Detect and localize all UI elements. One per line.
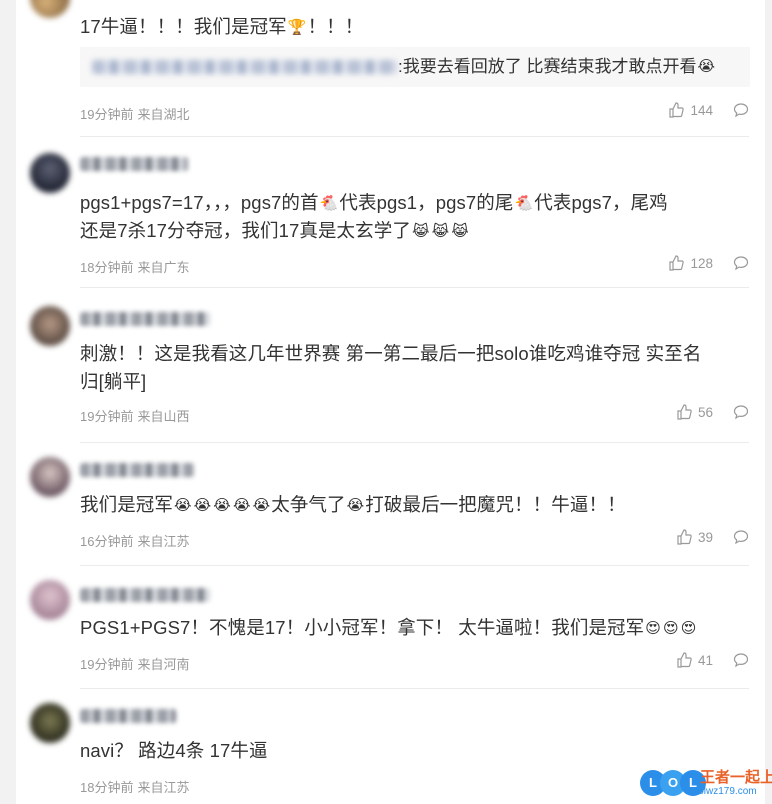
trophy-emoji-icon: 🏆	[287, 19, 307, 36]
like-count: 56	[697, 404, 713, 420]
crying-face-icon: 😭	[174, 497, 192, 514]
avatar[interactable]	[30, 0, 70, 18]
comment-actions: 39	[676, 529, 749, 545]
comment-meta: 16分钟前 来自江苏	[80, 531, 193, 550]
reply-preview[interactable]: :我要去看回放了 比赛结束我才敢点开看😭	[80, 47, 750, 87]
comment-meta: 19分钟前 来自湖北	[80, 104, 193, 123]
username[interactable]	[80, 157, 188, 171]
comment-text: 刺激！！这是我看这几年世界赛 第一第二最后一把solo谁吃鸡谁夺冠 实至名	[80, 343, 702, 364]
comment-time: 16分钟前	[80, 534, 134, 549]
comment-location: 来自湖北	[137, 107, 190, 122]
like-count: 41	[697, 652, 713, 668]
heart-eyes-icon: 😍	[680, 620, 697, 637]
comment-time: 18分钟前	[80, 780, 134, 795]
avatar[interactable]	[30, 306, 70, 346]
crying-face-icon: 😭	[193, 497, 212, 514]
reply-bubble-icon[interactable]	[733, 404, 749, 420]
crying-face-icon: 😭	[252, 497, 271, 514]
comment-meta: 19分钟前 来自山西	[80, 406, 193, 425]
avatar[interactable]	[30, 703, 70, 743]
avatar[interactable]	[30, 153, 70, 193]
comment-text: PGS1+PGS7！不愧是17！小小冠军！拿下！ 太牛逼啦！我们是冠军😍 😍 😍	[80, 617, 697, 638]
comment-time: 19分钟前	[80, 107, 134, 122]
comment-meta: 18分钟前 来自广东	[80, 257, 193, 276]
avatar[interactable]	[30, 580, 70, 620]
comment-panel: 17牛逼！！！我们是冠军🏆！！！ :我要去看回放了 比赛结束我才敢点开看😭 19…	[16, 0, 765, 804]
site-watermark: L O L 王者一起上 lolwz179.com	[640, 764, 772, 802]
thumbs-up-icon[interactable]	[676, 404, 692, 420]
reply-text: :我要去看回放了 比赛结束我才敢点开看😭	[398, 57, 715, 76]
heart-eyes-icon: 😍	[645, 620, 661, 637]
reply-bubble-icon[interactable]	[733, 102, 749, 118]
crying-face-icon: 😭	[346, 497, 365, 514]
comment-item: PGS1+PGS7！不愧是17！小小冠军！拿下！ 太牛逼啦！我们是冠军😍 😍 😍 1…	[16, 566, 765, 686]
comment-text-line2: 还是7杀17分夺冠，我们17真是太玄学了😹 😹 😹	[80, 220, 469, 241]
heart-eyes-icon: 😍	[663, 620, 679, 637]
username[interactable]	[80, 588, 210, 602]
comment-item: pgs1+pgs7=17，，，pgs7的首🐔代表pgs1，pgs7的尾🐔代表pg…	[16, 137, 765, 285]
thumbs-up-icon[interactable]	[676, 529, 692, 545]
username[interactable]	[80, 709, 176, 723]
crying-face-icon: 😭	[213, 497, 231, 514]
thumbs-up-icon[interactable]	[668, 102, 685, 118]
laughing-cat-icon: 😹	[451, 223, 469, 240]
comment-item: 刺激！！这是我看这几年世界赛 第一第二最后一把solo谁吃鸡谁夺冠 实至名 归[…	[16, 288, 765, 440]
crying-face-icon: 😭	[697, 58, 715, 75]
comment-time: 18分钟前	[80, 260, 134, 275]
comment-text: 17牛逼！！！我们是冠军🏆！！！	[80, 16, 364, 37]
chicken-icon: 🐔	[319, 195, 339, 212]
comment-location: 来自山西	[137, 409, 190, 424]
reply-bubble-icon[interactable]	[733, 529, 749, 545]
thumbs-up-icon[interactable]	[668, 255, 685, 271]
comment-item: 17牛逼！！！我们是冠军🏆！！！ :我要去看回放了 比赛结束我才敢点开看😭 19…	[16, 0, 765, 132]
comment-location: 来自江苏	[137, 780, 190, 795]
comment-item: 我们是冠军😭 😭 😭 😭 😭太争气了😭打破最后一把魔咒！！牛逼！！ 16分钟前 来自江苏 …	[16, 443, 765, 563]
reply-bubble-icon[interactable]	[733, 255, 749, 271]
comment-location: 来自广东	[137, 260, 190, 275]
comment-location: 来自江苏	[137, 534, 190, 549]
comment-actions: 56	[676, 404, 749, 420]
comment-location: 来自河南	[137, 657, 190, 672]
comment-text: pgs1+pgs7=17，，，pgs7的首🐔代表pgs1，pgs7的尾🐔代表pg…	[80, 192, 668, 213]
laughing-cat-icon: 😹	[431, 223, 450, 240]
comment-time: 19分钟前	[80, 657, 134, 672]
comment-actions: 41	[676, 652, 749, 668]
comment-meta: 18分钟前 来自江苏	[80, 777, 193, 796]
avatar[interactable]	[30, 457, 70, 497]
username[interactable]	[80, 463, 194, 477]
like-count: 128	[690, 255, 713, 271]
thumbs-up-icon[interactable]	[676, 652, 692, 668]
comment-text: navi？ 路边4条 17牛逼	[80, 740, 268, 761]
like-count: 144	[690, 102, 713, 118]
chicken-icon: 🐔	[514, 195, 534, 212]
comment-text: 我们是冠军😭 😭 😭 😭 😭太争气了😭打破最后一把魔咒！！牛逼！！	[80, 494, 626, 515]
reply-username[interactable]	[92, 60, 398, 74]
watermark-text: 王者一起上	[700, 769, 772, 786]
crying-face-icon: 😭	[232, 497, 251, 514]
laughing-cat-icon: 😹	[411, 223, 430, 240]
comment-meta: 19分钟前 来自河南	[80, 654, 193, 673]
comment-time: 19分钟前	[80, 409, 134, 424]
comment-text-line2: 归[躺平]	[80, 371, 147, 392]
like-count: 39	[697, 529, 713, 545]
reply-bubble-icon[interactable]	[733, 652, 749, 668]
username[interactable]	[80, 312, 210, 326]
watermark-url: lolwz179.com	[696, 786, 757, 797]
comment-actions: 144	[668, 102, 749, 118]
comment-actions: 128	[668, 255, 749, 271]
